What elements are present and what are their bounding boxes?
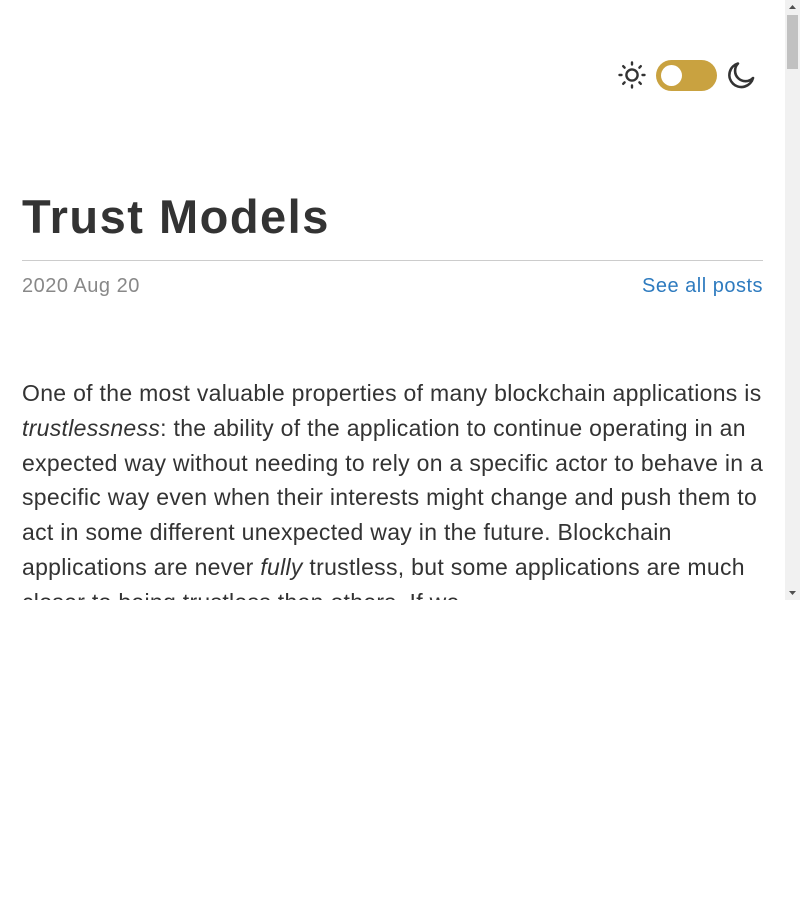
- moon-icon: [725, 59, 757, 91]
- scroll-down-arrow-icon[interactable]: [785, 585, 800, 600]
- theme-switch[interactable]: [617, 58, 757, 92]
- vertical-scrollbar[interactable]: [785, 0, 800, 600]
- post-date: 2020 Aug 20: [22, 275, 140, 297]
- page-viewport: Trust Models 2020 Aug 20 See all posts O…: [0, 0, 785, 600]
- post-title: Trust Models: [22, 190, 330, 243]
- post-body: One of the most valuable properties of m…: [22, 376, 767, 600]
- see-all-posts-link[interactable]: See all posts: [642, 274, 763, 299]
- scroll-up-arrow-icon[interactable]: [785, 0, 800, 15]
- scrollbar-thumb[interactable]: [787, 15, 798, 69]
- sun-icon: [617, 60, 647, 90]
- body-emphasis: fully: [260, 553, 303, 580]
- theme-toggle[interactable]: [656, 60, 717, 91]
- body-emphasis: trustlessness: [22, 414, 161, 441]
- body-text: One of the most valuable properties of m…: [22, 380, 762, 406]
- title-divider: [22, 260, 763, 261]
- toggle-knob: [661, 65, 682, 86]
